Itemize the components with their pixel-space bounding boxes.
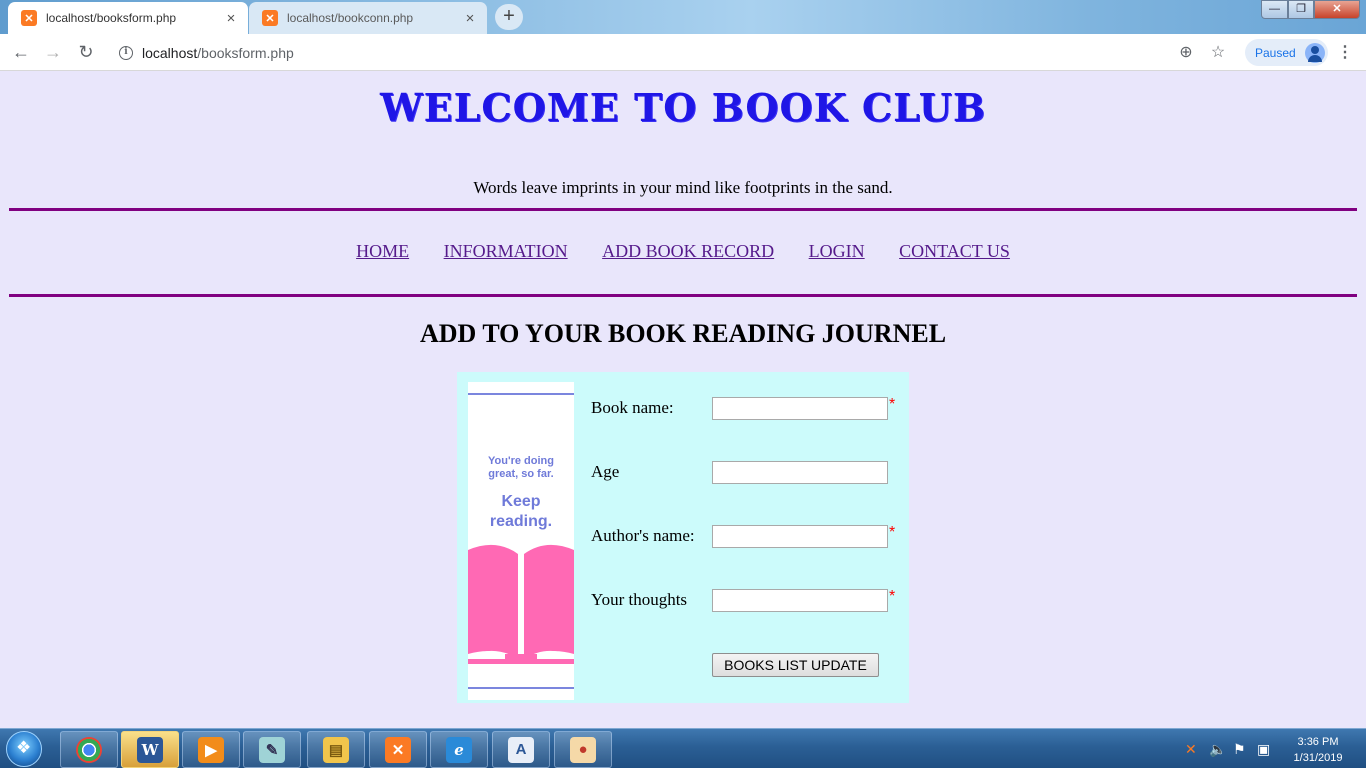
internet-explorer-icon: e <box>446 736 472 763</box>
required-mark: * <box>889 588 896 605</box>
book-name-input[interactable] <box>712 397 888 420</box>
divider-top <box>9 208 1357 211</box>
nav-contact-us-link[interactable]: CONTACT US <box>899 241 1010 261</box>
network-icon[interactable]: ▣ <box>1257 741 1270 758</box>
url-path: /booksform.php <box>197 44 294 61</box>
volume-icon[interactable]: 🔈 <box>1209 741 1226 758</box>
chrome-taskbar-button[interactable] <box>60 731 118 768</box>
browser-toolbar: ← → ↻ i localhost/booksform.php ⊕ ☆ ⋮ <box>0 34 1366 71</box>
info-icon[interactable]: i <box>119 45 133 60</box>
poster-subtitle: You're doing great, so far. <box>468 455 574 481</box>
poster-subtitle-line: You're doing <box>488 455 554 467</box>
xampp-tray-icon[interactable]: ✕ <box>1185 741 1197 758</box>
tab-close-icon[interactable]: × <box>220 10 242 27</box>
window-controls: — ❐ ✕ <box>1261 0 1360 19</box>
poster-line <box>468 687 574 689</box>
new-tab-button[interactable]: + <box>495 4 523 30</box>
books-list-update-button[interactable]: BOOKS LIST UPDATE <box>712 653 879 677</box>
address-bar[interactable]: i localhost/booksform.php <box>108 38 1234 67</box>
file-explorer-taskbar-button[interactable]: ▤ <box>307 731 365 768</box>
main-nav: HOME INFORMATION ADD BOOK RECORD LOGIN C… <box>0 241 1366 262</box>
star-icon[interactable]: ☆ <box>1208 43 1228 63</box>
start-button[interactable] <box>6 731 42 767</box>
media-player-taskbar-button[interactable]: ▶ <box>182 731 240 768</box>
poster-main-text: Keep reading. <box>468 492 574 532</box>
avatar-icon <box>1304 42 1325 63</box>
zoom-icon[interactable]: ⊕ <box>1176 43 1196 63</box>
age-label: Age <box>591 462 620 481</box>
tab-booksform[interactable]: ✕ localhost/booksform.php × <box>8 2 248 34</box>
divider-bottom <box>9 294 1357 297</box>
url-host: localhost <box>142 44 198 61</box>
notepad-icon: ✎ <box>259 736 285 763</box>
xampp-taskbar-button[interactable]: ✕ <box>369 731 427 768</box>
paint-icon: ● <box>570 736 596 763</box>
age-input[interactable] <box>712 461 888 484</box>
word-icon: W <box>137 736 163 763</box>
form-title: ADD TO YOUR BOOK READING JOURNEL <box>419 319 947 348</box>
browser-titlebar: ✕ localhost/booksform.php × ✕ localhost/… <box>0 0 1366 34</box>
poster-main-line: reading. <box>489 513 553 530</box>
reload-icon[interactable]: ↻ <box>74 41 98 65</box>
tab-title: localhost/bookconn.php <box>287 11 414 25</box>
xampp-favicon-icon: ✕ <box>262 10 278 26</box>
tab-bookconn[interactable]: ✕ localhost/bookconn.php × <box>249 2 487 34</box>
url-text: localhost/booksform.php <box>142 45 294 61</box>
internet-explorer-taskbar-button[interactable]: e <box>430 731 488 768</box>
thoughts-input[interactable] <box>712 589 888 612</box>
poster-main-line: Keep <box>501 493 541 510</box>
forward-icon[interactable]: → <box>41 41 65 65</box>
clock-time: 3:36 PM <box>1297 736 1339 748</box>
book-name-label: Book name: <box>591 398 674 417</box>
book-form-panel: You're doing great, so far. Keep reading… <box>457 372 909 703</box>
required-mark: * <box>889 396 896 413</box>
profile-button[interactable]: Paused <box>1245 39 1328 66</box>
windows-taskbar: W ▶ ✎ ▤ ✕ e A ● ✕ 🔈 ⚑ ▣ 3:36 PM 1/31/201… <box>0 728 1366 768</box>
action-center-flag-icon[interactable]: ⚑ <box>1233 741 1246 758</box>
xampp-icon: ✕ <box>385 736 411 763</box>
maximize-button[interactable]: ❐ <box>1288 0 1314 19</box>
word-taskbar-button[interactable]: W <box>121 731 179 768</box>
poster-line <box>468 393 574 395</box>
required-mark: * <box>889 524 896 541</box>
notepad-taskbar-button[interactable]: ✎ <box>243 731 301 768</box>
author-name-input[interactable] <box>712 525 888 548</box>
paint-taskbar-button[interactable]: ● <box>554 731 612 768</box>
system-clock[interactable]: 3:36 PM 1/31/2019 <box>1282 734 1354 766</box>
poster-subtitle-line: great, so far. <box>488 468 554 480</box>
wordpad-icon: A <box>508 736 534 763</box>
back-icon[interactable]: ← <box>9 41 33 65</box>
author-name-label: Author's name: <box>591 526 695 545</box>
close-window-button[interactable]: ✕ <box>1314 0 1360 19</box>
nav-login-link[interactable]: LOGIN <box>809 241 865 261</box>
open-book-icon <box>468 544 574 664</box>
file-explorer-icon: ▤ <box>323 736 349 763</box>
nav-add-book-record-link[interactable]: ADD BOOK RECORD <box>602 241 774 261</box>
menu-icon[interactable]: ⋮ <box>1335 43 1355 63</box>
wordpad-taskbar-button[interactable]: A <box>492 731 550 768</box>
profile-status: Paused <box>1255 45 1296 60</box>
page-content: WELCOME TO BOOK CLUB Words leave imprint… <box>0 71 1366 728</box>
minimize-button[interactable]: — <box>1261 0 1288 19</box>
media-player-icon: ▶ <box>198 736 224 763</box>
keep-reading-poster: You're doing great, so far. Keep reading… <box>468 382 574 700</box>
xampp-favicon-icon: ✕ <box>21 10 37 26</box>
nav-home-link[interactable]: HOME <box>356 241 409 261</box>
chrome-icon <box>76 736 102 763</box>
tab-title: localhost/booksform.php <box>46 11 177 25</box>
nav-information-link[interactable]: INFORMATION <box>444 241 568 261</box>
clock-date: 1/31/2019 <box>1293 752 1343 764</box>
page-heading: WELCOME TO BOOK CLUB <box>380 85 986 130</box>
tagline: Words leave imprints in your mind like f… <box>473 178 893 197</box>
tab-close-icon[interactable]: × <box>459 10 481 27</box>
thoughts-label: Your thoughts <box>591 590 688 609</box>
